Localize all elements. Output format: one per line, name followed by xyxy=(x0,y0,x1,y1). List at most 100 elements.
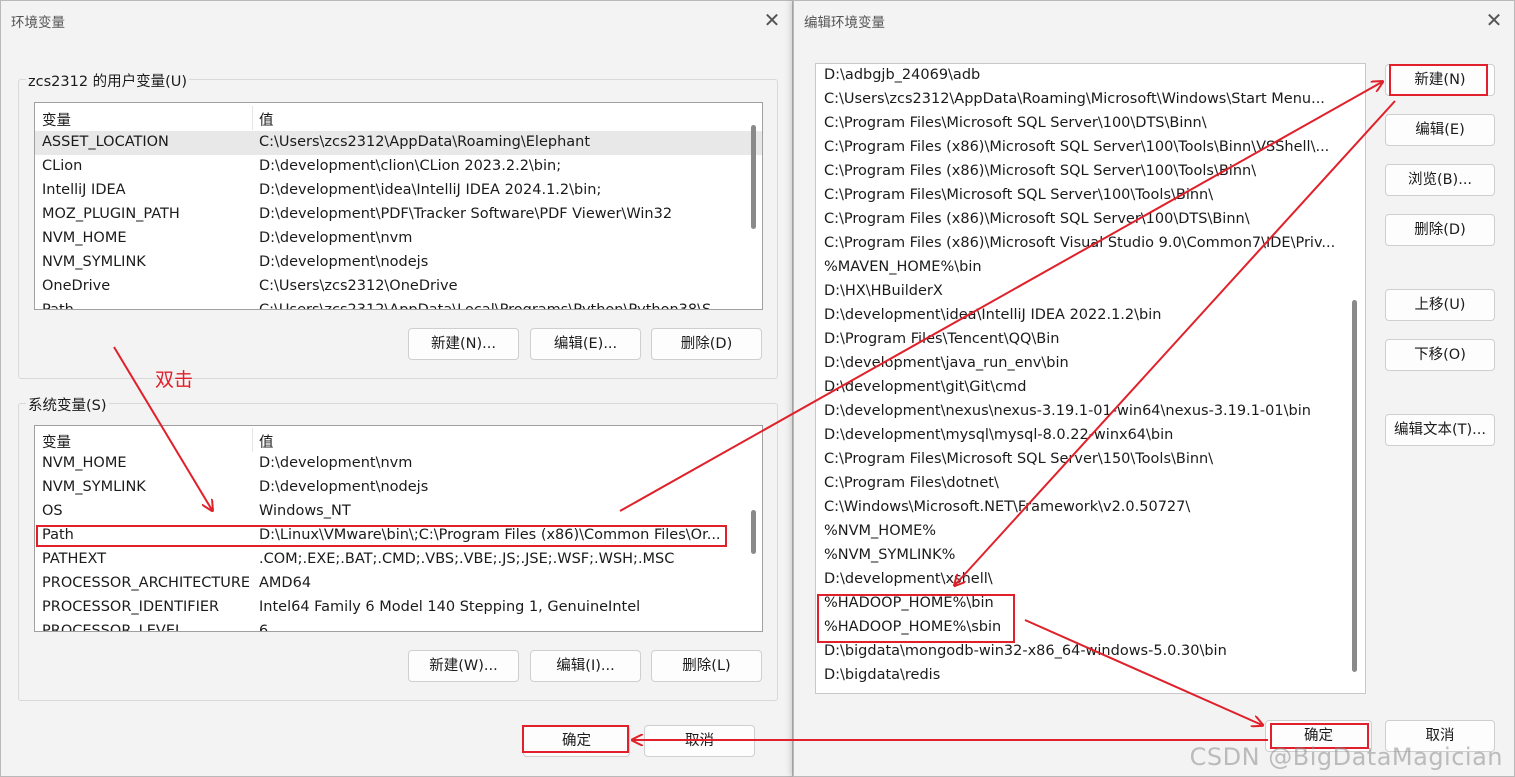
table-row[interactable]: NVM_SYMLINK D:\development\nodejs xyxy=(35,251,762,275)
table-row[interactable]: NVM_SYMLINK D:\development\nodejs xyxy=(35,476,762,500)
column-header-name[interactable]: 变量 xyxy=(42,431,252,452)
system-edit-button[interactable]: 编辑(I)... xyxy=(530,650,641,682)
new-path-button[interactable]: 新建(N) xyxy=(1385,64,1495,96)
browse-button[interactable]: 浏览(B)... xyxy=(1385,164,1495,196)
variable-name: MOZ_PLUGIN_PATH xyxy=(42,206,180,222)
path-entry[interactable]: D:\bigdata\redis xyxy=(824,667,1344,691)
scrollbar[interactable] xyxy=(751,510,756,554)
variable-name: PROCESSOR_ARCHITECTURE xyxy=(42,575,251,591)
path-entry[interactable]: %HADOOP_HOME%\sbin xyxy=(824,619,1344,643)
table-header: 变量 值 xyxy=(35,106,762,130)
variable-value: Windows_NT xyxy=(259,503,351,519)
user-edit-button[interactable]: 编辑(E)... xyxy=(530,328,641,360)
path-entry[interactable]: %NVM_SYMLINK% xyxy=(824,547,1344,571)
table-row[interactable]: PROCESSOR_ARCHITECTURE AMD64 xyxy=(35,572,762,596)
ok-button[interactable]: 确定 xyxy=(523,725,630,757)
table-row[interactable]: PROCESSOR_LEVEL 6 xyxy=(35,620,762,632)
scrollbar[interactable] xyxy=(1352,300,1357,672)
table-row[interactable]: OS Windows_NT xyxy=(35,500,762,524)
variable-name: PROCESSOR_IDENTIFIER xyxy=(42,599,220,615)
table-row[interactable]: PROCESSOR_IDENTIFIER Intel64 Family 6 Mod… xyxy=(35,596,762,620)
user-vars-label: zcs2312 的用户变量(U) xyxy=(26,70,190,91)
double-click-annotation: 双击 xyxy=(155,369,194,391)
user-vars-table[interactable]: 变量 值 ASSET_LOCATION C:\Users\zcs2312\AppD… xyxy=(34,102,763,310)
delete-path-button[interactable]: 删除(D) xyxy=(1385,214,1495,246)
path-entry[interactable]: C:\Program Files\Microsoft SQL Server\15… xyxy=(824,451,1344,475)
variable-value: D:\development\idea\IntelliJ IDEA 2024.1… xyxy=(259,182,602,198)
variable-name: NVM_SYMLINK xyxy=(42,479,146,495)
path-entry[interactable]: D:\adbgjb_24069\adb xyxy=(824,67,1344,91)
scrollbar[interactable] xyxy=(751,125,756,229)
variable-name: NVM_HOME xyxy=(42,455,127,471)
variable-value: .COM;.EXE;.BAT;.CMD;.VBS;.VBE;.JS;.JSE;.… xyxy=(259,551,675,567)
system-vars-table[interactable]: 变量 值 NVM_HOME D:\development\nvm NVM_SYMLI… xyxy=(34,425,763,632)
table-row[interactable]: ASSET_LOCATION C:\Users\zcs2312\AppData\R… xyxy=(35,131,762,155)
move-down-button[interactable]: 下移(O) xyxy=(1385,339,1495,371)
environment-variables-dialog: 环境变量 ✕ zcs2312 的用户变量(U) 变量 值 ASSET_LOCAT… xyxy=(0,0,793,777)
variable-name: OneDrive xyxy=(42,278,111,294)
close-icon[interactable]: ✕ xyxy=(1481,7,1507,33)
path-entry[interactable]: %MAVEN_HOME%\bin xyxy=(824,259,1344,283)
table-row[interactable]: IntelliJ IDEA D:\development\idea\Intelli… xyxy=(35,179,762,203)
table-row[interactable]: Path C:\Users\zcs2312\AppData\Local\Progr… xyxy=(35,299,762,310)
path-entry[interactable]: C:\Program Files\dotnet\ xyxy=(824,475,1344,499)
column-header-name[interactable]: 变量 xyxy=(42,109,252,130)
variable-value: 6 xyxy=(259,623,269,632)
path-entry[interactable]: C:\Users\zcs2312\AppData\Roaming\Microso… xyxy=(824,91,1344,115)
variable-name: OS xyxy=(42,503,63,519)
table-row[interactable]: PATHEXT .COM;.EXE;.BAT;.CMD;.VBS;.VBE;.JS… xyxy=(35,548,762,572)
table-row[interactable]: Path D:\Linux\VMware\bin\;C:\Program File… xyxy=(35,524,762,548)
variable-value: D:\development\nvm xyxy=(259,455,413,471)
path-entry[interactable]: C:\Program Files (x86)\Microsoft SQL Ser… xyxy=(824,211,1344,235)
variable-name: PROCESSOR_LEVEL xyxy=(42,623,184,632)
variable-value: D:\Linux\VMware\bin\;C:\Program Files (x… xyxy=(259,527,721,543)
variable-name: NVM_HOME xyxy=(42,230,127,246)
table-row[interactable]: MOZ_PLUGIN_PATH D:\development\PDF\Tracke… xyxy=(35,203,762,227)
path-entry[interactable]: %NVM_HOME% xyxy=(824,523,1344,547)
edit-path-button[interactable]: 编辑(E) xyxy=(1385,114,1495,146)
path-entry[interactable]: D:\development\git\Git\cmd xyxy=(824,379,1344,403)
edit-text-button[interactable]: 编辑文本(T)... xyxy=(1385,414,1495,446)
path-entry[interactable]: C:\Program Files (x86)\Microsoft SQL Ser… xyxy=(824,163,1344,187)
path-entry[interactable]: D:\development\java_run_env\bin xyxy=(824,355,1344,379)
path-entry[interactable]: D:\bigdata\mongodb-win32-x86_64-windows-… xyxy=(824,643,1344,667)
table-row[interactable]: NVM_HOME D:\development\nvm xyxy=(35,227,762,251)
path-entry[interactable]: C:\Program Files\Microsoft SQL Server\10… xyxy=(824,115,1344,139)
cancel-button[interactable]: 取消 xyxy=(644,725,755,757)
variable-value: C:\Users\zcs2312\AppData\Roaming\Elephan… xyxy=(259,134,591,150)
column-header-value[interactable]: 值 xyxy=(259,109,739,130)
table-row[interactable]: OneDrive C:\Users\zcs2312\OneDrive xyxy=(35,275,762,299)
variable-value: Intel64 Family 6 Model 140 Stepping 1, G… xyxy=(259,599,641,615)
user-new-button[interactable]: 新建(N)... xyxy=(408,328,519,360)
path-entry[interactable]: C:\Program Files\Microsoft SQL Server\10… xyxy=(824,187,1344,211)
variable-name: CLion xyxy=(42,158,83,174)
table-row[interactable]: NVM_HOME D:\development\nvm xyxy=(35,452,762,476)
move-up-button[interactable]: 上移(U) xyxy=(1385,289,1495,321)
close-icon[interactable]: ✕ xyxy=(759,7,785,33)
path-entry[interactable]: C:\Program Files (x86)\Microsoft Visual … xyxy=(824,235,1344,259)
path-entry[interactable]: C:\Program Files (x86)\Microsoft SQL Ser… xyxy=(824,139,1344,163)
variable-name: IntelliJ IDEA xyxy=(42,182,126,198)
variable-value: D:\development\nodejs xyxy=(259,254,429,270)
table-row[interactable]: CLion D:\development\clion\CLion 2023.2.2… xyxy=(35,155,762,179)
system-vars-label: 系统变量(S) xyxy=(26,394,109,415)
path-entries-list[interactable]: D:\adbgjb_24069\adb C:\Users\zcs2312\AppD… xyxy=(815,63,1366,694)
variable-name: Path xyxy=(42,302,74,310)
path-entry[interactable]: D:\development\xshell\ xyxy=(824,571,1344,595)
system-delete-button[interactable]: 删除(L) xyxy=(651,650,762,682)
user-delete-button[interactable]: 删除(D) xyxy=(651,328,762,360)
path-entry[interactable]: D:\development\mysql\mysql-8.0.22-winx64… xyxy=(824,427,1344,451)
system-new-button[interactable]: 新建(W)... xyxy=(408,650,519,682)
dialog-title: 环境变量 xyxy=(11,15,65,31)
title-bar: 环境变量 ✕ xyxy=(1,1,792,39)
path-entry[interactable]: D:\development\nexus\nexus-3.19.1-01-win… xyxy=(824,403,1344,427)
path-entry[interactable]: C:\Windows\Microsoft.NET\Framework\v2.0.… xyxy=(824,499,1344,523)
path-entry[interactable]: %HADOOP_HOME%\bin xyxy=(824,595,1344,619)
path-entry[interactable]: D:\Program Files\Tencent\QQ\Bin xyxy=(824,331,1344,355)
column-header-value[interactable]: 值 xyxy=(259,431,739,452)
path-entry[interactable]: D:\HX\HBuilderX xyxy=(824,283,1344,307)
dialog-title: 编辑环境变量 xyxy=(804,15,885,31)
path-entry[interactable]: D:\development\idea\IntelliJ IDEA 2022.1… xyxy=(824,307,1344,331)
variable-name: Path xyxy=(42,527,74,543)
variable-name: PATHEXT xyxy=(42,551,107,567)
